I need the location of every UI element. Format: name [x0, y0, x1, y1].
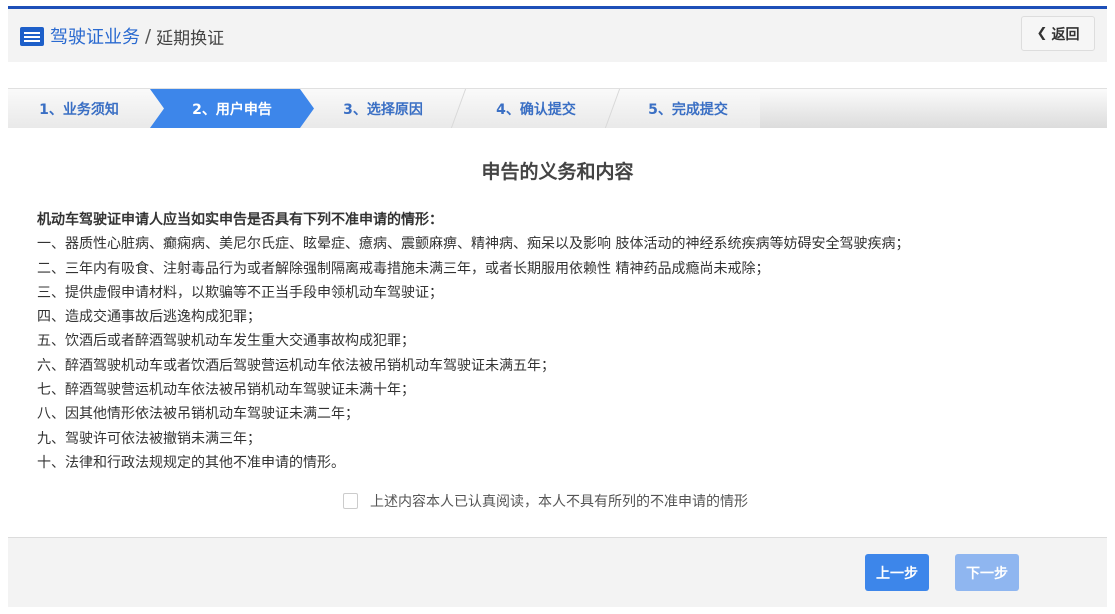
step-2: 2、用户申告 — [150, 89, 314, 128]
breadcrumb-separator: / — [145, 25, 152, 47]
breadcrumb-current: 延期换证 — [156, 28, 225, 49]
next-step-button[interactable]: 下一步 — [955, 554, 1019, 591]
declaration-lead: 机动车驾驶证申请人应当如实申告是否具有下列不准申请的情形： — [37, 212, 443, 228]
chevron-left-icon: ❮ — [1036, 26, 1048, 41]
back-button[interactable]: ❮ 返回 — [1021, 16, 1095, 51]
page-header: 驾驶证业务 / 延期换证 ❮ 返回 — [8, 9, 1107, 62]
step-1: 1、业务须知 — [39, 101, 119, 118]
step-4: 4、确认提交 — [496, 101, 576, 118]
prev-step-button[interactable]: 上一步 — [865, 554, 929, 591]
agree-checkbox[interactable] — [343, 493, 358, 509]
step-3: 3、选择原因 — [343, 101, 423, 118]
step-5: 5、完成提交 — [648, 101, 728, 118]
breadcrumb-main[interactable]: 驾驶证业务 — [50, 23, 140, 49]
breadcrumb: 驾驶证业务 / 延期换证 — [20, 23, 224, 49]
list-item: 八、因其他情形依法被吊销机动车驾驶证未满二年； — [37, 406, 359, 423]
list-item: 七、醉酒驾驶营运机动车依法被吊销机动车驾驶证未满十年； — [37, 382, 415, 399]
list-item: 四、造成交通事故后逃逸构成犯罪； — [37, 309, 261, 326]
declaration-content: 机动车驾驶证申请人应当如实申告是否具有下列不准申请的情形： 一、器质性心脏病、癫… — [37, 208, 909, 475]
steps-remaining-area — [760, 89, 1107, 128]
step-progress: 1、业务须知 2、用户申告 3、选择原因 4、确认提交 5、完成提交 — [8, 88, 1107, 128]
list-item: 五、饮酒后或者醉酒驾驶机动车发生重大交通事故构成犯罪； — [37, 333, 415, 350]
list-item: 十、法律和行政法规规定的其他不准申请的情形。 — [37, 454, 345, 471]
list-item: 九、驾驶许可依法被撤销未满三年； — [37, 430, 261, 447]
list-item: 二、三年内有吸食、注射毒品行为或者解除强制隔离戒毒措施未满三年，或者长期服用依赖… — [37, 260, 770, 277]
list-item: 一、器质性心脏病、癫痫病、美尼尔氏症、眩晕症、癔病、震颤麻痹、精神病、痴呆以及影… — [37, 236, 910, 253]
back-label: 返回 — [1051, 26, 1080, 43]
footer-bar: 上一步 下一步 — [8, 537, 1107, 607]
list-item: 三、提供虚假申请材料，以欺骗等不正当手段申领机动车驾驶证； — [37, 284, 443, 301]
agree-checkbox-row[interactable]: 上述内容本人已认真阅读，本人不具有所列的不准申请的情形 — [343, 491, 748, 511]
section-heading: 申告的义务和内容 — [481, 161, 634, 183]
agree-label[interactable]: 上述内容本人已认真阅读，本人不具有所列的不准申请的情形 — [370, 491, 748, 511]
list-item: 六、醉酒驾驶机动车或者饮酒后驾驶营运机动车依法被吊销机动车驾驶证未满五年； — [37, 357, 555, 374]
list-icon — [20, 26, 44, 46]
